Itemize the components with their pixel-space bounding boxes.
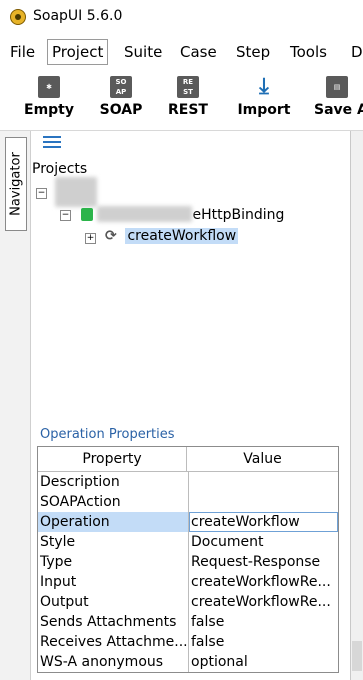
soapui-logo-icon [10,9,26,25]
property-value[interactable] [189,492,338,512]
import-label: Import [237,102,291,118]
soap-label: SOAP [99,102,143,118]
table-row[interactable]: WS-A anonymous optional [38,652,338,672]
navigator-header [31,131,350,155]
operation-icon: ⟳ [105,228,117,244]
table-row[interactable]: SOAPAction [38,492,338,512]
rest-label: REST [168,102,208,118]
menu-suite[interactable]: Suite [120,40,166,64]
property-name: Type [38,552,189,572]
main-toolbar: ✱ Empty SO AP SOAP RE ST REST ⤓ Import ▤… [0,68,363,130]
property-value[interactable]: false [189,632,338,652]
tree-interface-node[interactable]: eHttpBinding [81,206,284,223]
operation-properties-title: Operation Properties [40,427,175,442]
navigator-tab[interactable]: Navigator [5,137,27,231]
table-row[interactable]: Operation createWorkflow [38,512,338,532]
property-value[interactable]: Request-Response [189,552,338,572]
menu-step[interactable]: Step [232,40,274,64]
table-row[interactable]: Receives Attachme... false [38,632,338,652]
property-name: SOAPAction [38,492,189,512]
table-header: Property Value [38,447,338,472]
app-title: SoapUI 5.6.0 [33,8,123,24]
empty-project-icon: ✱ [38,76,60,98]
tree-project-collapse-icon[interactable]: − [60,210,71,221]
save-all-button[interactable]: ▤ Save A [314,73,363,125]
property-name: Output [38,592,189,612]
table-row[interactable]: Style Document [38,532,338,552]
soap-button[interactable]: SO AP SOAP [97,73,145,125]
rest-icon: RE ST [177,76,199,98]
operation-label: createWorkflow [125,228,239,244]
import-button[interactable]: ⤓ Import [234,73,294,125]
table-row[interactable]: Description [38,472,338,492]
property-value[interactable]: false [189,612,338,632]
column-header-property[interactable]: Property [38,447,187,471]
project-tree: Projects − − eHttpBinding + ⟳ createWork… [31,155,350,425]
navigator-label: Navigator [8,152,24,216]
import-icon: ⤓ [259,74,269,99]
property-name: Operation [38,512,189,532]
column-header-value[interactable]: Value [187,447,338,471]
menu-file[interactable]: File [6,40,39,64]
property-name: Sends Attachments [38,612,189,632]
tree-operation-expand-icon[interactable]: + [85,233,96,244]
navigator-strip: Navigator [0,131,31,680]
vertical-scrollbar[interactable] [350,131,363,680]
table-row[interactable]: Sends Attachments false [38,612,338,632]
property-value[interactable]: createWorkflowRe... [189,592,338,612]
save-all-label: Save A [314,102,363,118]
title-bar: SoapUI 5.6.0 [0,0,363,36]
property-name: Description [38,472,189,492]
table-row[interactable]: Input createWorkflowRe... [38,572,338,592]
properties-table: Property Value Description SOAPAction Op… [37,446,339,673]
property-value[interactable]: createWorkflowRe... [189,572,338,592]
menu-case[interactable]: Case [176,40,221,64]
menu-bar: File Project Suite Case Step Tools D [0,37,363,67]
menu-tools[interactable]: Tools [286,40,331,64]
property-value[interactable]: Document [189,532,338,552]
tree-root-label[interactable]: Projects [32,161,87,177]
empty-project-button[interactable]: ✱ Empty [22,73,76,125]
tree-operation-node[interactable]: ⟳ createWorkflow [105,228,239,244]
property-name: WS-A anonymous [38,652,189,672]
save-all-icon: ▤ [326,76,348,98]
property-name: Receives Attachme... [40,632,189,652]
property-value[interactable]: optional [189,652,338,672]
interface-icon [81,208,93,221]
binding-label: eHttpBinding [192,207,285,223]
rest-button[interactable]: RE ST REST [164,73,212,125]
menu-overflow[interactable]: D [347,40,363,64]
property-value[interactable] [189,472,338,492]
table-row[interactable]: Output createWorkflowRe... [38,592,338,612]
property-value[interactable]: createWorkflow [189,512,338,532]
tree-root-collapse-icon[interactable]: − [36,188,47,199]
soap-icon: SO AP [110,76,132,98]
table-row[interactable]: Type Request-Response [38,552,338,572]
collapse-tree-icon[interactable] [43,136,61,149]
empty-label: Empty [24,102,74,118]
property-name: Input [38,572,189,592]
scrollbar-thumb[interactable] [352,641,362,671]
menu-project[interactable]: Project [47,39,109,65]
property-name: Style [38,532,189,552]
